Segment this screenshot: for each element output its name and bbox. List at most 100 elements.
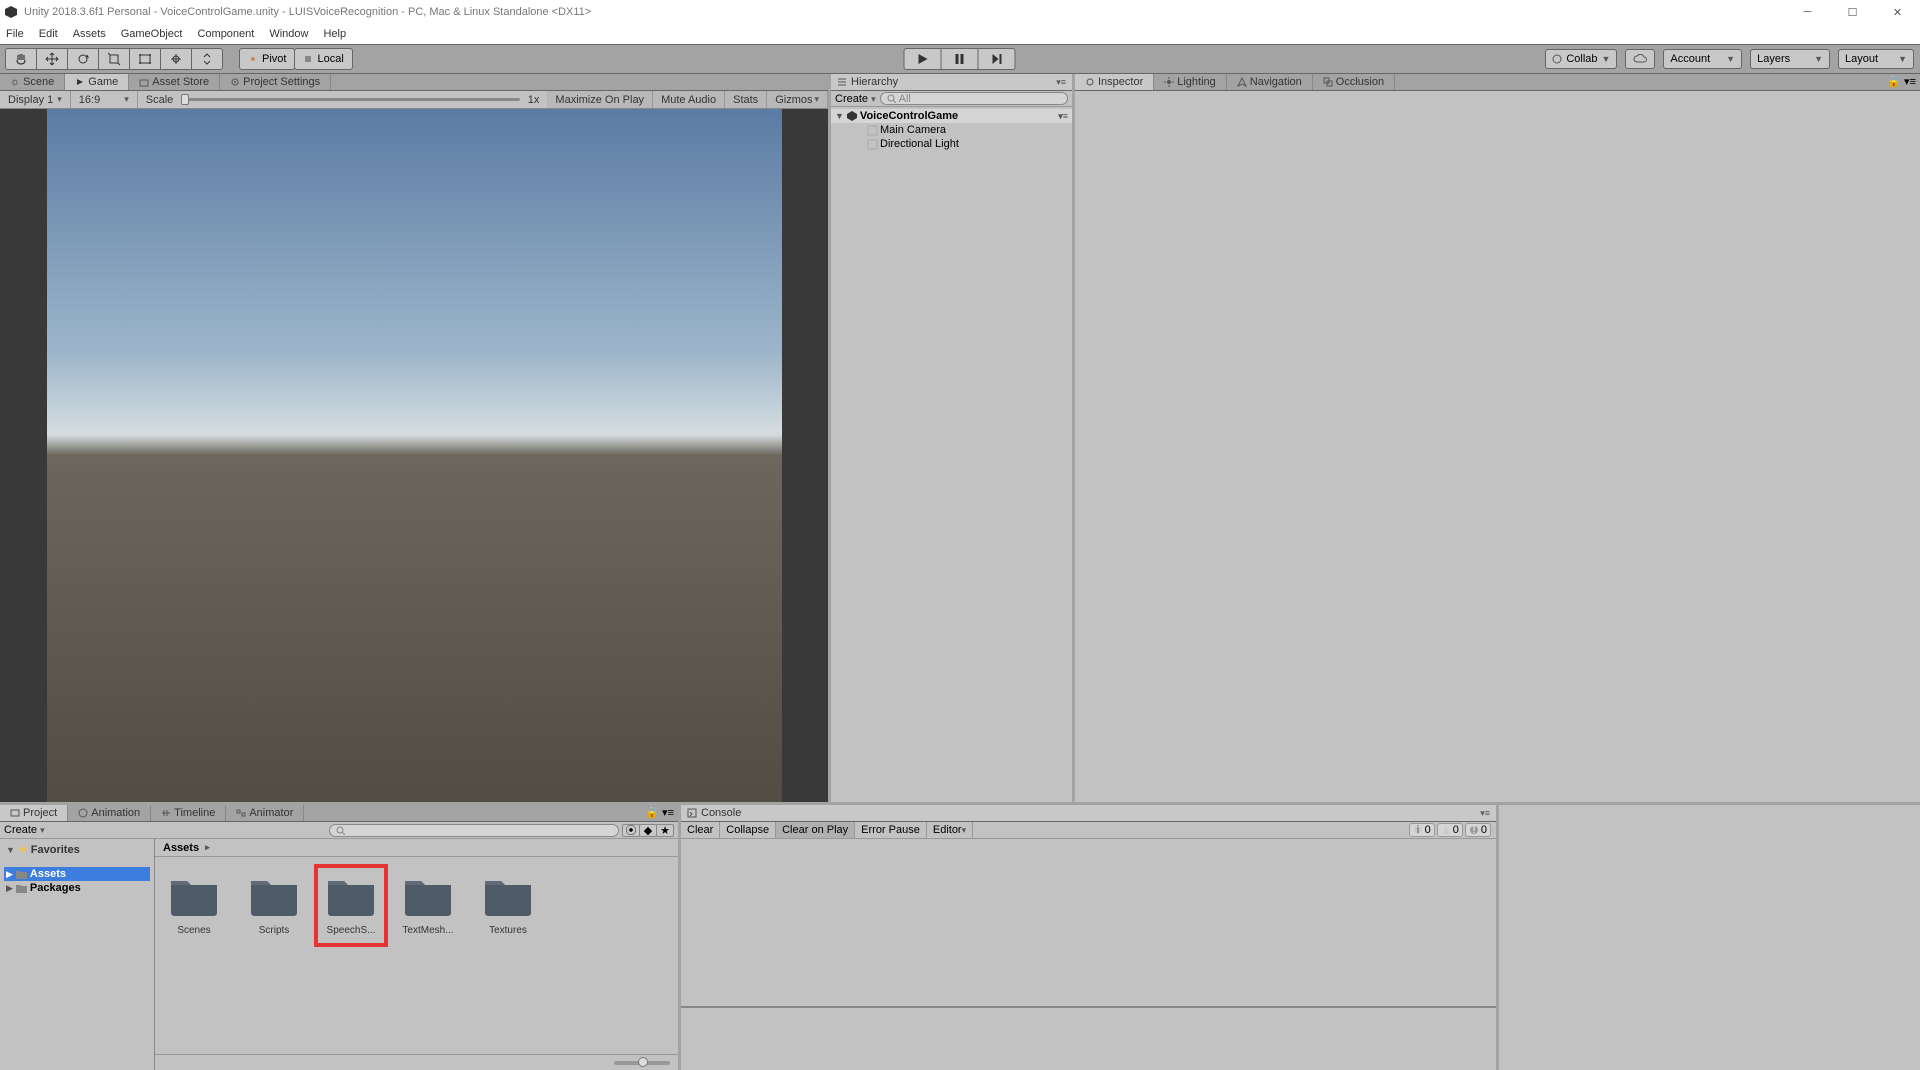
menu-help[interactable]: Help: [323, 28, 346, 40]
menu-file[interactable]: File: [6, 28, 24, 40]
console-body: [681, 839, 1496, 1070]
tab-timeline[interactable]: Timeline: [151, 805, 226, 821]
folder-speech-highlighted[interactable]: SpeechS...: [322, 872, 380, 939]
folder-icon: [326, 875, 376, 917]
local-toggle[interactable]: Local: [294, 48, 352, 70]
console-error-count[interactable]: !0: [1465, 823, 1491, 837]
search-icon: [887, 94, 896, 103]
project-search[interactable]: [329, 824, 619, 837]
gameobject-icon: [867, 125, 878, 136]
project-favorites[interactable]: ▼★Favorites: [4, 842, 150, 857]
menu-component[interactable]: Component: [197, 28, 254, 40]
layout-dropdown[interactable]: Layout▼: [1838, 49, 1914, 69]
project-packages-folder[interactable]: ▶Packages: [4, 881, 150, 895]
filter-type-button[interactable]: ◆: [639, 824, 657, 837]
collab-dropdown[interactable]: Collab▼: [1545, 49, 1617, 69]
hierarchy-tab[interactable]: Hierarchy ▾≡: [831, 74, 1072, 91]
pivot-toggle[interactable]: Pivot: [239, 48, 295, 70]
stats-toggle[interactable]: Stats: [725, 91, 767, 108]
tab-asset-store[interactable]: Asset Store: [129, 74, 220, 90]
close-button[interactable]: ✕: [1875, 0, 1920, 24]
console-icon: [687, 808, 697, 818]
hierarchy-item[interactable]: Main Camera: [831, 123, 1072, 137]
console-info-count[interactable]: i0: [1409, 823, 1435, 837]
game-view: [0, 109, 828, 802]
move-tool[interactable]: [36, 48, 68, 70]
aspect-dropdown[interactable]: 16:9▾: [71, 91, 138, 108]
rotate-tool[interactable]: [67, 48, 99, 70]
unity-logo-icon: [4, 5, 18, 19]
project-create[interactable]: Create ▾: [4, 824, 45, 836]
tab-animation[interactable]: Animation: [68, 805, 151, 821]
cloud-button[interactable]: [1625, 49, 1655, 69]
mute-audio[interactable]: Mute Audio: [653, 91, 725, 108]
step-button[interactable]: [978, 48, 1016, 70]
main-toolbar: Pivot Local Collab▼ Account▼ Layers▼ Lay…: [0, 44, 1920, 74]
folder-scripts[interactable]: Scripts: [245, 875, 303, 936]
tab-game[interactable]: Game: [65, 74, 129, 90]
tab-project[interactable]: Project: [0, 805, 68, 821]
pause-button[interactable]: [941, 48, 979, 70]
inspector-body: [1075, 91, 1920, 802]
titlebar: Unity 2018.3.6f1 Personal - VoiceControl…: [0, 0, 1920, 24]
inspector-lock-icon[interactable]: 🔒 ▾≡: [1883, 74, 1920, 90]
menu-gameobject[interactable]: GameObject: [121, 28, 183, 40]
folder-textmesh[interactable]: TextMesh...: [399, 875, 457, 936]
gizmos-dropdown[interactable]: Gizmos▾: [767, 91, 828, 108]
cloud-icon: [1633, 54, 1647, 64]
console-editor-dropdown[interactable]: Editor ▾: [927, 822, 973, 838]
unity-scene-icon: [846, 110, 858, 122]
tab-animator[interactable]: Animator: [226, 805, 304, 821]
search-icon: [336, 826, 345, 835]
project-zoom-slider[interactable]: [614, 1061, 670, 1065]
hierarchy-scene-row[interactable]: ▼ VoiceControlGame ▾≡: [831, 109, 1072, 123]
folder-icon: [249, 875, 299, 917]
hand-tool[interactable]: [5, 48, 37, 70]
tab-scene[interactable]: ☼Scene: [0, 74, 65, 90]
custom-tool[interactable]: [191, 48, 223, 70]
account-dropdown[interactable]: Account▼: [1663, 49, 1742, 69]
play-button[interactable]: [904, 48, 942, 70]
save-filter-button[interactable]: ★: [656, 824, 674, 837]
display-dropdown[interactable]: Display 1▾: [0, 91, 71, 108]
tab-lighting[interactable]: Lighting: [1154, 74, 1227, 90]
folder-textures[interactable]: Textures: [479, 875, 537, 936]
folder-icon: [169, 875, 219, 917]
maximize-button[interactable]: ☐: [1830, 0, 1875, 24]
console-collapse[interactable]: Collapse: [720, 822, 776, 838]
project-lock-icon[interactable]: 🔒 ▾≡: [641, 805, 678, 821]
transform-tool[interactable]: [160, 48, 192, 70]
svg-text:i: i: [1416, 825, 1418, 835]
filter-button[interactable]: ⦿: [622, 824, 640, 837]
hierarchy-create[interactable]: Create ▾: [835, 93, 876, 105]
svg-text:!: !: [1472, 825, 1475, 835]
scale-slider[interactable]: Scale 1x: [138, 91, 548, 108]
menu-assets[interactable]: Assets: [73, 28, 106, 40]
layers-dropdown[interactable]: Layers▼: [1750, 49, 1830, 69]
inspector-bottom-extension: [1496, 805, 1920, 1070]
tab-project-settings[interactable]: Project Settings: [220, 74, 331, 90]
menu-window[interactable]: Window: [269, 28, 308, 40]
console-error-pause[interactable]: Error Pause: [855, 822, 927, 838]
scale-tool[interactable]: [98, 48, 130, 70]
folder-icon: [483, 875, 533, 917]
project-assets-folder[interactable]: ▶Assets: [4, 867, 150, 881]
console-tab[interactable]: Console ▾≡: [681, 805, 1496, 822]
tab-inspector[interactable]: Inspector: [1075, 74, 1154, 90]
game-render: [47, 109, 782, 802]
folder-scenes[interactable]: Scenes: [165, 875, 223, 936]
menu-edit[interactable]: Edit: [39, 28, 58, 40]
rect-tool[interactable]: [129, 48, 161, 70]
console-warning-count[interactable]: 0: [1437, 823, 1463, 837]
folder-icon: [403, 875, 453, 917]
minimize-button[interactable]: ─: [1785, 0, 1830, 24]
console-clear-on-play[interactable]: Clear on Play: [776, 822, 855, 838]
gameobject-icon: [867, 139, 878, 150]
project-breadcrumb[interactable]: Assets▸: [155, 839, 678, 857]
tab-occlusion[interactable]: Occlusion: [1313, 74, 1395, 90]
hierarchy-search[interactable]: All: [880, 92, 1068, 105]
maximize-on-play[interactable]: Maximize On Play: [547, 91, 653, 108]
tab-navigation[interactable]: Navigation: [1227, 74, 1313, 90]
hierarchy-item[interactable]: Directional Light: [831, 137, 1072, 151]
console-clear[interactable]: Clear: [681, 822, 720, 838]
